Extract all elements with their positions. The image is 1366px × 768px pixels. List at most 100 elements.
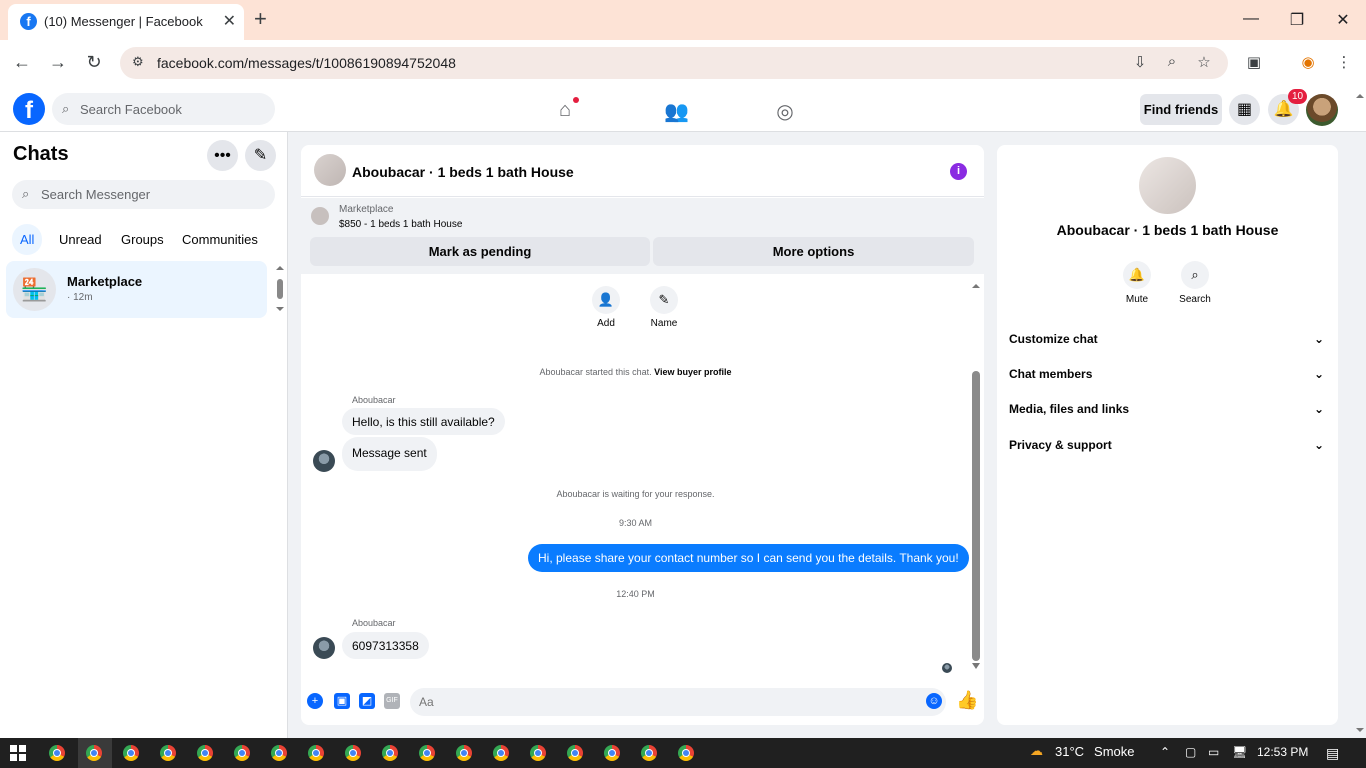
chats-scrollbar[interactable] bbox=[274, 265, 286, 313]
chrome-taskbar-icon[interactable] bbox=[678, 745, 694, 761]
new-message-icon[interactable]: ✎ bbox=[245, 140, 276, 171]
chrome-taskbar-icon[interactable] bbox=[160, 745, 176, 761]
menu-grid-icon[interactable]: ▦ bbox=[1229, 94, 1260, 125]
facebook-search-placeholder: Search Facebook bbox=[80, 102, 182, 117]
chrome-taskbar-icon[interactable] bbox=[123, 745, 139, 761]
attach-photo-icon[interactable]: ▣ bbox=[334, 693, 350, 709]
chrome-taskbar-icon[interactable] bbox=[308, 745, 324, 761]
find-friends-button[interactable]: Find friends bbox=[1140, 94, 1222, 125]
more-options-icon[interactable]: ••• bbox=[207, 140, 238, 171]
conversation-scrollbar[interactable] bbox=[970, 283, 982, 670]
groups-icon[interactable]: ◎ bbox=[773, 99, 797, 124]
chrome-taskbar-icon[interactable] bbox=[641, 745, 657, 761]
friends-icon[interactable]: 👥 bbox=[664, 99, 689, 124]
search-icon[interactable]: ⌕ bbox=[1181, 261, 1209, 289]
chrome-taskbar-icon[interactable] bbox=[271, 745, 287, 761]
bookmark-star-icon[interactable]: ☆ bbox=[1194, 53, 1214, 71]
timestamp: 9:30 AM bbox=[618, 518, 653, 528]
mark-as-pending-button[interactable]: Mark as pending bbox=[310, 237, 650, 266]
chrome-taskbar-icon[interactable] bbox=[197, 745, 213, 761]
sender-avatar[interactable] bbox=[313, 637, 335, 659]
chat-list-item[interactable]: 🏪 Marketplace · 12m bbox=[6, 261, 267, 318]
chrome-taskbar-icon[interactable] bbox=[345, 745, 361, 761]
weather-widget[interactable]: ☁ 31°C Smoke bbox=[1030, 743, 1135, 759]
back-icon[interactable]: ← bbox=[12, 52, 32, 73]
sender-avatar[interactable] bbox=[313, 450, 335, 472]
like-icon[interactable]: 👍 bbox=[956, 690, 978, 711]
media-files-links-section[interactable]: Media, files and links ⌄ bbox=[1009, 402, 1326, 422]
reload-icon[interactable]: ↻ bbox=[84, 52, 104, 73]
facebook-search[interactable]: ⌕ Search Facebook bbox=[52, 93, 275, 125]
incoming-message[interactable]: Hello, is this still available? bbox=[342, 408, 505, 435]
incoming-message[interactable]: Message sent bbox=[342, 437, 437, 471]
outgoing-message[interactable]: Hi, please share your contact number so … bbox=[528, 544, 969, 572]
add-person-icon[interactable]: 👤 bbox=[592, 286, 620, 314]
marketplace-store-icon: 🏪 bbox=[13, 268, 56, 311]
incoming-message[interactable]: 6097313358 bbox=[342, 632, 429, 659]
address-bar[interactable]: ⚙ facebook.com/messages/t/10086190894752… bbox=[120, 47, 1228, 79]
windows-start-icon[interactable] bbox=[10, 745, 26, 761]
window-close-icon[interactable]: ✕ bbox=[1333, 10, 1353, 30]
filter-unread[interactable]: Unread bbox=[51, 224, 110, 255]
mute-bell-icon[interactable]: 🔔 bbox=[1123, 261, 1151, 289]
tab-close-icon[interactable]: ✕ bbox=[223, 11, 236, 31]
install-app-icon[interactable]: ⇩ bbox=[1130, 53, 1150, 71]
more-actions-icon[interactable]: + bbox=[307, 693, 323, 709]
chat-started-notice: Aboubacar started this chat. View buyer … bbox=[301, 367, 970, 377]
minimize-icon[interactable]: — bbox=[1241, 10, 1261, 28]
emoji-icon[interactable]: ☺ bbox=[926, 693, 942, 709]
chats-panel bbox=[0, 132, 288, 738]
chrome-taskbar-icon[interactable] bbox=[419, 745, 435, 761]
tab-search-icon[interactable]: ▣ bbox=[1244, 53, 1264, 71]
message-input[interactable] bbox=[410, 688, 946, 716]
details-avatar[interactable] bbox=[1139, 157, 1196, 214]
chrome-taskbar-icon[interactable] bbox=[567, 745, 583, 761]
listing-price[interactable]: $850 - 1 beds 1 bath House bbox=[339, 219, 462, 230]
show-hidden-icons-icon[interactable]: ⌃ bbox=[1160, 745, 1170, 759]
more-options-button[interactable]: More options bbox=[653, 237, 974, 266]
chrome-taskbar-icon[interactable] bbox=[382, 745, 398, 761]
gif-icon[interactable]: GIF bbox=[384, 693, 400, 709]
chrome-taskbar-icon[interactable] bbox=[493, 745, 509, 761]
taskbar-clock[interactable]: 12:53 PM bbox=[1257, 745, 1308, 759]
browser-menu-icon[interactable]: ⋮ bbox=[1334, 53, 1354, 71]
forward-icon[interactable]: → bbox=[48, 52, 68, 73]
name-label: Name bbox=[650, 318, 678, 329]
view-buyer-profile-link[interactable]: View buyer profile bbox=[654, 367, 731, 377]
chat-members-section[interactable]: Chat members ⌄ bbox=[1009, 367, 1326, 387]
zoom-icon[interactable]: ⌕ bbox=[1162, 53, 1182, 70]
chrome-taskbar-icon[interactable] bbox=[456, 745, 472, 761]
profile-icon[interactable]: ◉ bbox=[1298, 53, 1318, 71]
browser-tab[interactable]: f (10) Messenger | Facebook ✕ bbox=[8, 4, 244, 40]
chevron-down-icon: ⌄ bbox=[1313, 332, 1324, 346]
conversation-title[interactable]: Aboubacar · 1 beds 1 bath House bbox=[352, 164, 574, 180]
customize-chat-section[interactable]: Customize chat ⌄ bbox=[1009, 332, 1326, 352]
new-tab-icon[interactable]: + bbox=[254, 8, 267, 30]
battery-icon[interactable]: ▭ bbox=[1208, 745, 1219, 759]
privacy-support-section[interactable]: Privacy & support ⌄ bbox=[1009, 438, 1326, 458]
chrome-taskbar-icon[interactable] bbox=[49, 745, 65, 761]
chrome-taskbar-icon[interactable] bbox=[86, 745, 102, 761]
section-label: Customize chat bbox=[1009, 332, 1098, 346]
filter-groups[interactable]: Groups bbox=[113, 224, 172, 255]
info-icon[interactable]: i bbox=[950, 163, 967, 180]
page-scrollbar[interactable] bbox=[1354, 92, 1366, 734]
network-icon[interactable]: 🖥 bbox=[1232, 745, 1247, 759]
account-avatar[interactable] bbox=[1306, 94, 1338, 126]
sticker-icon[interactable]: ◩ bbox=[359, 693, 375, 709]
facebook-logo-icon[interactable]: f bbox=[13, 93, 45, 125]
edit-name-icon[interactable]: ✎ bbox=[650, 286, 678, 314]
restore-icon[interactable]: ❐ bbox=[1287, 10, 1307, 30]
filter-communities[interactable]: Communities bbox=[174, 224, 266, 255]
messenger-search[interactable]: ⌕ Search Messenger bbox=[12, 180, 275, 209]
conversation-avatar[interactable] bbox=[314, 154, 346, 186]
listing-thumbnail[interactable] bbox=[311, 207, 329, 225]
chrome-taskbar-icon[interactable] bbox=[530, 745, 546, 761]
messenger-search-placeholder: Search Messenger bbox=[41, 187, 151, 202]
chevron-down-icon: ⌄ bbox=[1313, 367, 1324, 381]
chrome-taskbar-icon[interactable] bbox=[604, 745, 620, 761]
chrome-taskbar-icon[interactable] bbox=[234, 745, 250, 761]
site-settings-icon[interactable]: ⚙ bbox=[132, 54, 144, 70]
meet-now-icon[interactable]: ▢ bbox=[1185, 745, 1196, 759]
action-center-icon[interactable]: ▤ bbox=[1326, 745, 1339, 762]
